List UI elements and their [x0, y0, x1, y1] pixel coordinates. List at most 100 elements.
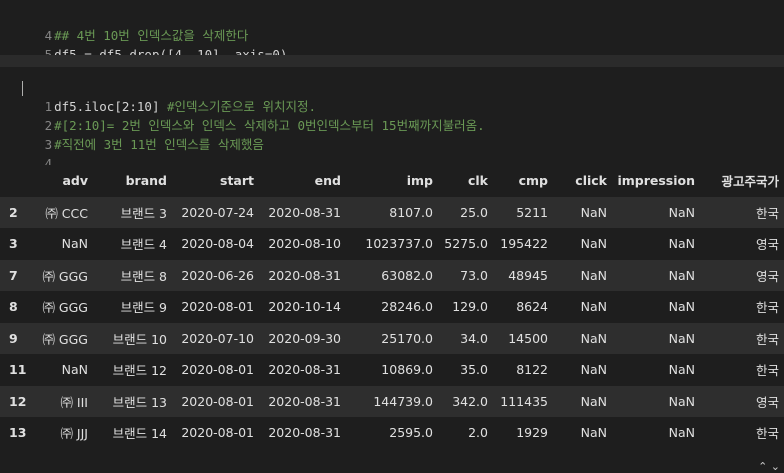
table-cell: 5275.0 — [444, 236, 488, 252]
table-cell: ㈜ III — [60, 394, 88, 410]
table-cell: 영국 — [755, 237, 779, 253]
table-cell: 73.0 — [460, 267, 488, 283]
column-header: cmp — [518, 173, 548, 189]
table-cell: 2020-07-10 — [181, 330, 254, 346]
code-comment: #직전에 3번 11번 인덱스를 삭제했음 — [54, 137, 264, 152]
table-cell: 342.0 — [452, 393, 488, 409]
column-header: clk — [467, 173, 488, 189]
table-cell: NaN — [61, 236, 88, 252]
table-cell: 한국 — [755, 426, 779, 442]
table-cell: 2020-08-31 — [268, 362, 341, 378]
table-cell: 34.0 — [460, 330, 488, 346]
table-cell: 144739.0 — [373, 393, 433, 409]
table-cell: 2020-08-31 — [268, 267, 341, 283]
table-cell: 1929 — [516, 425, 548, 441]
table-cell: 63082.0 — [381, 267, 433, 283]
table-cell: 2020-08-31 — [268, 393, 341, 409]
index-header — [0, 165, 36, 197]
column-header: brand — [125, 173, 167, 189]
table-cell: 2020-08-10 — [268, 236, 341, 252]
table-cell: 2020-08-01 — [181, 393, 254, 409]
column-header: start — [220, 173, 254, 189]
code-line: 1 df5.iloc[2:10] #인덱스기준으로 위치지정. — [0, 78, 317, 114]
table-cell: 브랜드 10 — [112, 331, 167, 347]
table-cell: 2020-08-31 — [268, 204, 341, 220]
table-row: 12 ㈜ III 브랜드 13 2020-08-01 2020-08-31 144739.… — [0, 385, 784, 417]
table-cell: 10869.0 — [381, 362, 433, 378]
table-cell: NaN — [580, 299, 607, 315]
table-cell: 영국 — [755, 268, 779, 284]
code-cell-iloc[interactable]: 1 df5.iloc[2:10] #인덱스기준으로 위치지정. 2 #[2:10]=… — [0, 72, 784, 171]
dataframe-table: adv brand start end imp clk cmp click im… — [0, 165, 784, 449]
column-header: end — [314, 173, 341, 189]
table-cell: 2.0 — [468, 425, 488, 441]
table-cell: 브랜드 8 — [120, 268, 167, 284]
code-line: 4 — [0, 135, 54, 171]
column-header: impression — [617, 173, 695, 189]
table-cell: NaN — [580, 267, 607, 283]
table-cell: 1023737.0 — [365, 236, 433, 252]
column-header: imp — [406, 173, 433, 189]
row-index: 7 — [9, 267, 18, 283]
table-cell: NaN — [61, 362, 88, 378]
table-cell: NaN — [580, 204, 607, 220]
table-cell: 브랜드 13 — [112, 394, 167, 410]
table-row: 3 NaN 브랜드 4 2020-08-04 2020-08-10 1023737.0 52… — [0, 228, 784, 260]
table-cell: 2020-06-26 — [181, 267, 254, 283]
table-cell: 영국 — [755, 394, 779, 410]
table-cell: 14500 — [508, 330, 548, 346]
table-cell: NaN — [668, 362, 695, 378]
table-cell: NaN — [580, 236, 607, 252]
table-cell: NaN — [668, 330, 695, 346]
table-cell: 2020-08-01 — [181, 425, 254, 441]
code-line: 3 #직전에 3번 11번 인덱스를 삭제했음 — [0, 116, 264, 152]
table-cell: 2020-08-04 — [181, 236, 254, 252]
row-index: 8 — [9, 299, 18, 315]
code-line: 5df5 = df5.drop([4, 10], axis=0) — [0, 26, 288, 62]
table-cell: 48945 — [508, 267, 548, 283]
table-header-row: adv brand start end imp clk cmp click im… — [0, 165, 784, 197]
row-index: 9 — [9, 330, 18, 346]
table-row: 9 ㈜ GGG 브랜드 10 2020-07-10 2020-09-30 25170.0 3… — [0, 322, 784, 354]
row-index: 12 — [9, 393, 27, 409]
table-cell: 8624 — [516, 299, 548, 315]
table-cell: 2020-08-01 — [181, 362, 254, 378]
column-header: 광고주국가 — [721, 174, 779, 190]
row-index: 13 — [9, 425, 27, 441]
table-cell: 2020-09-30 — [268, 330, 341, 346]
table-cell: 35.0 — [460, 362, 488, 378]
table-row: 2 ㈜ CCC 브랜드 3 2020-07-24 2020-08-31 8107.0 25.… — [0, 196, 784, 228]
table-cell: ㈜ GGG — [42, 268, 88, 284]
table-cell: 한국 — [755, 363, 779, 379]
table-cell: 111435 — [500, 393, 548, 409]
table-cell: NaN — [668, 236, 695, 252]
table-cell: NaN — [668, 425, 695, 441]
table-row: 13 ㈜ JJJ 브랜드 14 2020-08-01 2020-08-31 2595.0 2… — [0, 417, 784, 449]
table-cell: NaN — [668, 204, 695, 220]
table-cell: 129.0 — [452, 299, 488, 315]
code-cell-drop[interactable]: 4## 4번 10번 인덱스값을 삭제한다 5df5 = df5.drop([4… — [0, 0, 784, 62]
cell-output: adv brand start end imp clk cmp click im… — [0, 165, 784, 473]
table-row: 8 ㈜ GGG 브랜드 9 2020-08-01 2020-10-14 28246.0 12… — [0, 291, 784, 323]
table-cell: 28246.0 — [381, 299, 433, 315]
table-cell: NaN — [580, 425, 607, 441]
cell-divider — [0, 55, 784, 67]
table-row: 7 ㈜ GGG 브랜드 8 2020-06-26 2020-08-31 63082.0 73… — [0, 259, 784, 291]
table-cell: ㈜ JJJ — [60, 426, 88, 442]
table-cell: NaN — [668, 267, 695, 283]
table-cell: 5211 — [516, 204, 548, 220]
table-cell: 2020-10-14 — [268, 299, 341, 315]
code-line: 4 ## 4번 10번 인덱스값을 삭제한다 — [0, 7, 249, 43]
table-cell: 25.0 — [460, 204, 488, 220]
scroll-indicator-icon[interactable]: ⌃ ⌄ — [758, 460, 780, 473]
column-header: adv — [62, 173, 88, 189]
table-cell: NaN — [580, 362, 607, 378]
table-cell: NaN — [580, 330, 607, 346]
row-index: 11 — [9, 362, 27, 378]
table-cell: 2595.0 — [389, 425, 433, 441]
table-cell: 브랜드 9 — [120, 300, 167, 316]
table-cell: 브랜드 3 — [120, 205, 167, 221]
row-index: 2 — [9, 204, 18, 220]
table-cell: 195422 — [500, 236, 548, 252]
table-cell: 브랜드 14 — [112, 426, 167, 442]
